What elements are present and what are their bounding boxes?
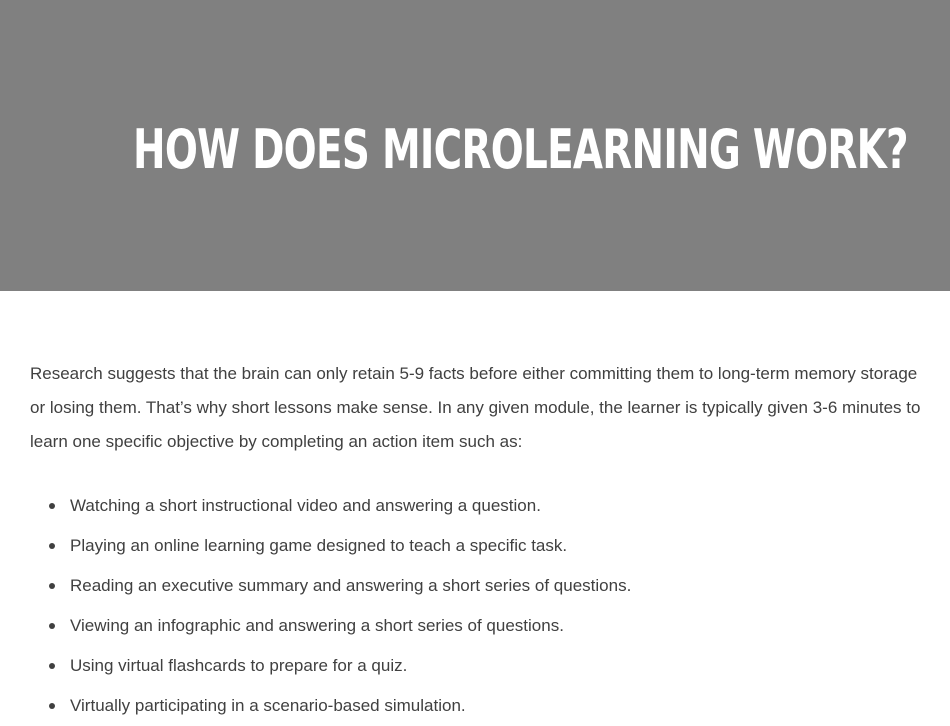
page-title: How Does Microlearning Work? bbox=[133, 118, 909, 181]
list-item: Playing an online learning game designed… bbox=[49, 526, 925, 566]
action-item-list: Watching a short instructional video and… bbox=[30, 486, 925, 726]
hero-banner: How Does Microlearning Work? bbox=[0, 0, 950, 291]
bullet-icon bbox=[49, 663, 55, 669]
intro-paragraph: Research suggests that the brain can onl… bbox=[30, 364, 921, 451]
article-body: Research suggests that the brain can onl… bbox=[30, 357, 925, 726]
list-item-text: Viewing an infographic and answering a s… bbox=[70, 616, 564, 635]
bullet-icon bbox=[49, 583, 55, 589]
bullet-icon bbox=[49, 503, 55, 509]
list-item-text: Virtually participating in a scenario-ba… bbox=[70, 696, 466, 715]
list-item: Reading an executive summary and answeri… bbox=[49, 566, 925, 606]
list-item: Using virtual flashcards to prepare for … bbox=[49, 646, 925, 686]
list-item: Virtually participating in a scenario-ba… bbox=[49, 686, 925, 726]
bullet-icon bbox=[49, 543, 55, 549]
list-item-text: Using virtual flashcards to prepare for … bbox=[70, 656, 408, 675]
list-item-text: Watching a short instructional video and… bbox=[70, 496, 541, 515]
list-item: Watching a short instructional video and… bbox=[49, 486, 925, 526]
bullet-icon bbox=[49, 703, 55, 709]
bullet-icon bbox=[49, 623, 55, 629]
list-item-text: Reading an executive summary and answeri… bbox=[70, 576, 632, 595]
list-item-text: Playing an online learning game designed… bbox=[70, 536, 568, 555]
list-item: Viewing an infographic and answering a s… bbox=[49, 606, 925, 646]
